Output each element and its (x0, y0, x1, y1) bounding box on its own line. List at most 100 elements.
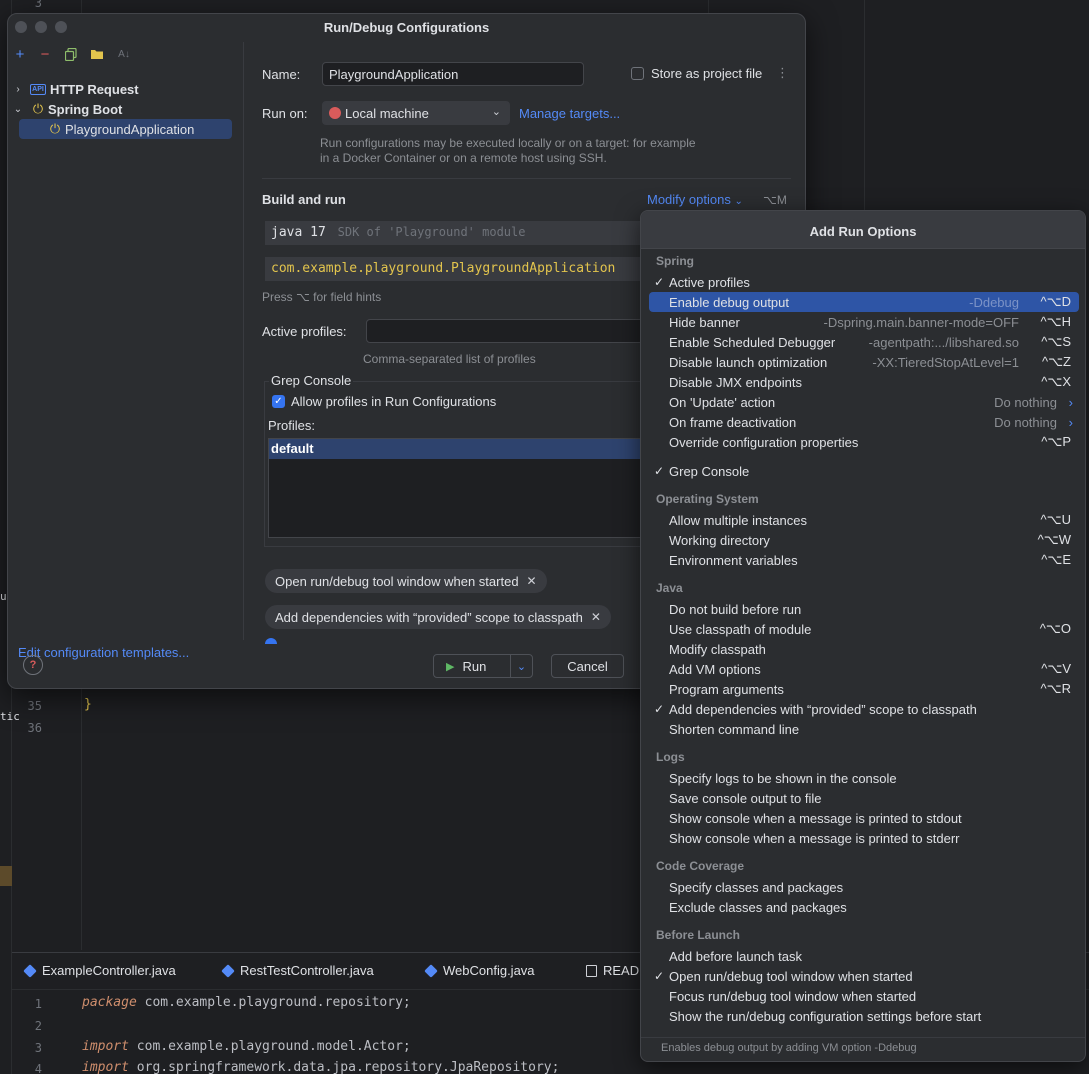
tree-item-http-request[interactable]: › API HTTP Request (12, 79, 139, 99)
cancel-button[interactable]: Cancel (551, 654, 624, 678)
code-line: import org.springframework.data.jpa.repo… (82, 1060, 559, 1074)
code-keyword: import (82, 1060, 129, 1074)
dialog-title: Run/Debug Configurations (323, 20, 490, 35)
option-label: Modify classpath (669, 641, 766, 657)
add-run-options-popup: Add Run Options Spring ✓ Active profiles En… (640, 210, 1086, 1062)
modify-options-link[interactable]: Modify options ⌄ (647, 192, 743, 207)
option-item[interactable]: Add VM options ^⌥V (649, 659, 1079, 679)
configuration-tree-pane: + − A↓ › API HTTP Request ⌄ ⏻ Spring Boo… (8, 42, 244, 660)
option-item[interactable]: Do not build before run (649, 599, 1079, 619)
option-item[interactable]: Working directory ^⌥W (649, 530, 1079, 550)
folder-icon[interactable] (89, 46, 105, 62)
chevron-down-icon[interactable]: ⌄ (12, 104, 24, 115)
option-item[interactable]: Use classpath of module ^⌥O (649, 619, 1079, 639)
chevron-down-icon[interactable]: ⌄ (510, 655, 532, 677)
tree-item-spring-boot[interactable]: ⌄ ⏻ Spring Boot (12, 99, 123, 119)
side-marker (0, 866, 12, 886)
side-fragment: tic (0, 710, 20, 723)
more-options-icon[interactable]: ⋮ (776, 65, 789, 81)
tab-readme[interactable]: READ (586, 963, 639, 978)
main-class-field[interactable]: com.example.playground.PlaygroundApplica… (265, 257, 645, 281)
option-item[interactable]: ✓ Grep Console (649, 461, 1079, 481)
option-label: Working directory (669, 532, 770, 548)
option-shortcut: ^⌥X (1041, 374, 1071, 389)
remove-icon[interactable]: − (37, 46, 53, 63)
option-label: Save console output to file (669, 790, 822, 806)
option-item[interactable]: Modify classpath (649, 639, 1079, 659)
grep-console-title: Grep Console (269, 373, 354, 388)
help-icon[interactable]: ? (23, 655, 43, 675)
option-label: Program arguments (669, 681, 784, 697)
option-item[interactable]: Override configuration properties ^⌥P (649, 432, 1079, 452)
option-item[interactable]: On 'Update' action Do nothing › (649, 392, 1079, 412)
add-icon[interactable]: + (12, 46, 28, 63)
close-icon[interactable]: ✕ (591, 610, 601, 624)
chevron-down-icon: ⌄ (734, 196, 743, 207)
power-icon: ⏻ (49, 121, 61, 136)
option-item[interactable]: Show the run/debug configuration setting… (649, 1006, 1079, 1026)
run-on-dropdown[interactable]: Local machine ⌄ (322, 101, 510, 125)
chevron-right-icon: › (1068, 414, 1073, 430)
sdk-field[interactable]: java 17 SDK of 'Playground' module (265, 221, 645, 245)
active-profiles-field[interactable] (366, 319, 646, 343)
option-item[interactable]: Allow multiple instances ^⌥U (649, 510, 1079, 530)
option-item[interactable]: Disable JMX endpoints ^⌥X (649, 372, 1079, 392)
java-class-icon (424, 963, 438, 978)
tree-toolbar: + − A↓ (8, 42, 243, 66)
dialog-titlebar[interactable]: Run/Debug Configurations (8, 14, 805, 42)
api-icon: API (30, 83, 46, 95)
option-item[interactable]: Add before launch task (649, 946, 1079, 966)
option-item[interactable]: ✓ Open run/debug tool window when started (649, 966, 1079, 986)
option-item[interactable]: Program arguments ^⌥R (649, 679, 1079, 699)
tab-rest-test-controller[interactable]: RestTestController.java (221, 963, 374, 978)
option-item[interactable]: Show console when a message is printed t… (649, 828, 1079, 848)
manage-targets-link[interactable]: Manage targets... (519, 106, 620, 121)
option-item[interactable]: Show console when a message is printed t… (649, 808, 1079, 828)
option-item[interactable]: Enable Scheduled Debugger -agentpath:.../… (649, 332, 1079, 352)
option-label: Override configuration properties (669, 434, 859, 450)
tree-item-playground-application[interactable]: ⏻ PlaygroundApplication (19, 119, 232, 139)
option-item[interactable]: Specify classes and packages (649, 877, 1079, 897)
option-item[interactable]: Enable debug output -Ddebug ^⌥D (649, 292, 1079, 312)
option-label: Enable Scheduled Debugger (669, 334, 836, 350)
tree-item-label: HTTP Request (50, 81, 139, 97)
option-label: Open run/debug tool window when started (669, 968, 913, 984)
option-label: Shorten command line (669, 721, 800, 737)
option-item[interactable]: Exclude classes and packages (649, 897, 1079, 917)
option-item[interactable]: ✓ Add dependencies with “provided” scope … (649, 699, 1079, 719)
chevron-right-icon[interactable]: › (12, 84, 24, 95)
name-field[interactable]: PlaygroundApplication (322, 62, 584, 86)
option-item[interactable]: ✓ Active profiles (649, 272, 1079, 292)
profile-item[interactable]: default (269, 439, 647, 459)
close-icon[interactable]: ✕ (527, 574, 537, 588)
option-item[interactable]: Environment variables ^⌥E (649, 550, 1079, 570)
option-item[interactable]: Save console output to file (649, 788, 1079, 808)
code-keyword: package (82, 995, 137, 1010)
option-item[interactable]: On frame deactivation Do nothing › (649, 412, 1079, 432)
code-line: import com.example.playground.model.Acto… (82, 1039, 411, 1054)
option-item[interactable]: Hide banner -Dspring.main.banner-mode=OFF… (649, 312, 1079, 332)
option-hint: -Ddebug (969, 294, 1019, 310)
code-keyword: import (82, 1039, 129, 1054)
chevron-down-icon: ⌄ (491, 106, 501, 118)
sort-icon[interactable]: A↓ (116, 46, 132, 62)
option-shortcut: ^⌥E (1041, 552, 1071, 567)
store-as-project-file-checkbox[interactable] (631, 67, 644, 80)
run-on-hint: Run configurations may be executed local… (320, 136, 696, 165)
tab-web-config[interactable]: WebConfig.java (424, 963, 535, 978)
option-hint: Do nothing (994, 394, 1057, 410)
tab-example-controller[interactable]: ExampleController.java (23, 963, 176, 978)
copy-icon[interactable] (63, 46, 79, 62)
run-button[interactable]: ▶ Run ⌄ (433, 654, 533, 678)
section-header: Code Coverage (656, 859, 745, 873)
allow-profiles-checkbox[interactable]: ✓ (272, 395, 285, 408)
option-item[interactable]: Specify logs to be shown in the console (649, 768, 1079, 788)
option-item[interactable]: Disable launch optimization -XX:TieredSto… (649, 352, 1079, 372)
popup-footer-hint: Enables debug output by adding VM option… (641, 1037, 1085, 1061)
option-label: Specify logs to be shown in the console (669, 770, 897, 786)
line-number: 4 (34, 1062, 42, 1074)
side-fragment: u (0, 590, 7, 603)
profiles-list[interactable]: default (268, 438, 648, 538)
option-item[interactable]: Shorten command line (649, 719, 1079, 739)
option-item[interactable]: Focus run/debug tool window when started (649, 986, 1079, 1006)
